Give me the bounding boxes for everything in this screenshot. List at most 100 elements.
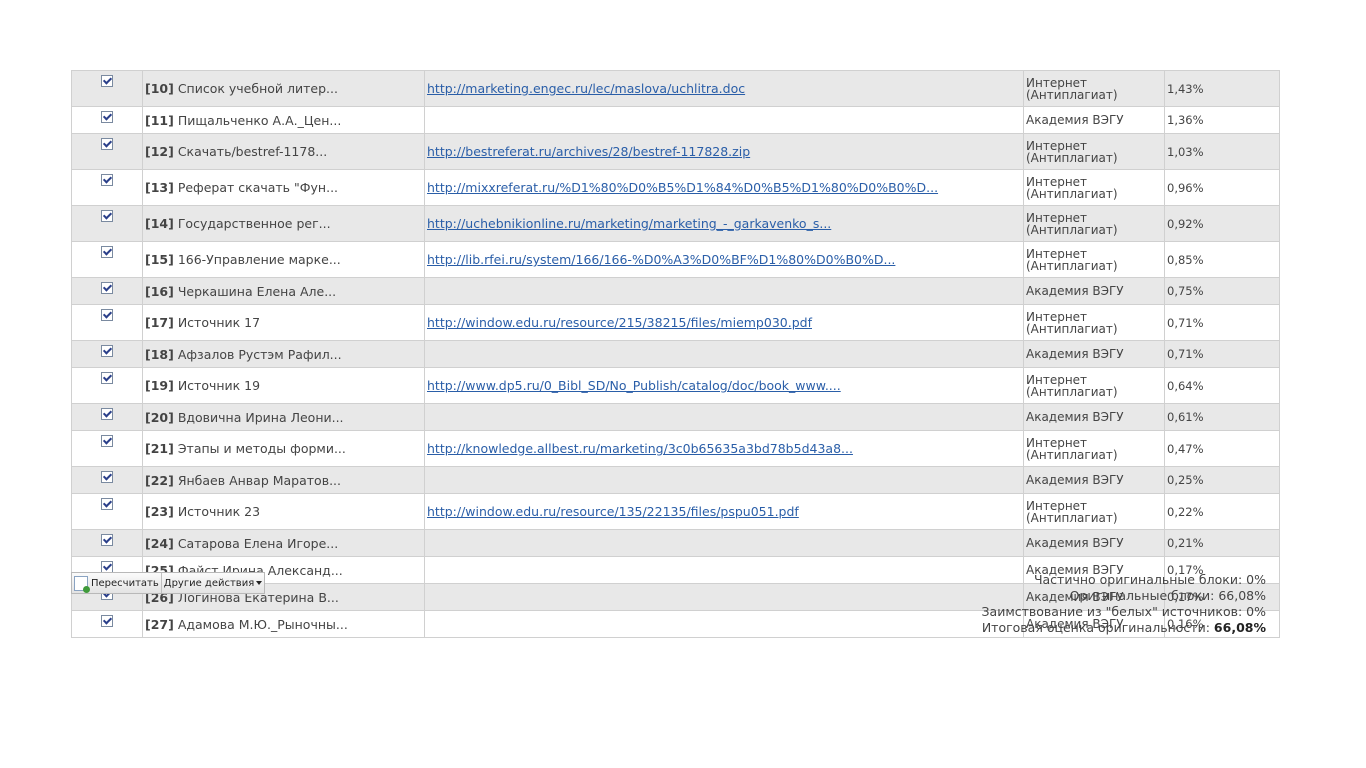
source-name: Вдовична Ирина Леони... bbox=[177, 409, 344, 425]
row-select-cell bbox=[71, 70, 143, 107]
source-name-cell: [24] Сатарова Елена Игоре... bbox=[142, 529, 425, 557]
summary-partial-value: 0% bbox=[1246, 572, 1266, 587]
summary-white: Заимствование из "белых" источников: 0% bbox=[982, 604, 1266, 620]
row-checkbox[interactable] bbox=[101, 138, 113, 150]
source-database-cell: Академия ВЭГУ bbox=[1023, 529, 1165, 557]
source-number: [10] bbox=[145, 81, 174, 96]
source-database-note: (Антиплагиат) bbox=[1026, 258, 1118, 273]
row-checkbox[interactable] bbox=[101, 372, 113, 384]
originality-summary: Частично оригинальные блоки: 0% Оригинал… bbox=[982, 572, 1266, 636]
row-checkbox[interactable] bbox=[101, 471, 113, 483]
source-name-cell: [16] Черкашина Елена Але... bbox=[142, 277, 425, 305]
source-database-cell: Академия ВЭГУ bbox=[1023, 277, 1165, 305]
source-number: [18] bbox=[145, 346, 174, 362]
row-checkbox[interactable] bbox=[101, 534, 113, 546]
source-name-cell: [12] Скачать/bestref-1178... bbox=[142, 133, 425, 170]
table-row: [11] Пищальченко А.А._Цен... Академия ВЭГ… bbox=[71, 106, 1280, 134]
source-url-cell bbox=[424, 277, 1024, 305]
row-checkbox[interactable] bbox=[101, 111, 113, 123]
source-database: Интернет bbox=[1026, 372, 1088, 387]
chevron-down-icon bbox=[256, 581, 263, 585]
row-checkbox[interactable] bbox=[101, 174, 113, 186]
source-database: Академия ВЭГУ bbox=[1026, 284, 1124, 298]
actions-toolbar: Пересчитать Другие действия bbox=[71, 572, 266, 594]
source-database-note: (Антиплагиат) bbox=[1026, 150, 1118, 165]
source-url-link[interactable]: http://uchebnikionline.ru/marketing/mark… bbox=[427, 216, 831, 231]
recalculate-icon bbox=[74, 575, 90, 593]
source-name-cell: [20] Вдовична Ирина Леони... bbox=[142, 403, 425, 431]
source-url-link[interactable]: http://bestreferat.ru/archives/28/bestre… bbox=[427, 144, 750, 159]
row-select-cell bbox=[71, 403, 143, 431]
table-row: [18] Афзалов Рустэм Рафил... Академия ВЭГ… bbox=[71, 340, 1280, 368]
source-url-cell: http://window.edu.ru/resource/135/22135/… bbox=[424, 493, 1024, 530]
source-number: [15] bbox=[145, 252, 174, 267]
source-url-link[interactable]: http://marketing.engec.ru/lec/maslova/uc… bbox=[427, 81, 745, 96]
source-database-cell: Академия ВЭГУ bbox=[1023, 106, 1165, 134]
table-row: [12] Скачать/bestref-1178... http://bestr… bbox=[71, 133, 1280, 170]
source-database-cell: Интернет (Антиплагиат) bbox=[1023, 430, 1165, 467]
source-name: Черкашина Елена Але... bbox=[177, 283, 337, 299]
source-share-cell: 0,92% bbox=[1164, 205, 1280, 242]
row-checkbox[interactable] bbox=[101, 615, 113, 627]
source-name: Список учебной литер... bbox=[177, 81, 338, 96]
row-checkbox[interactable] bbox=[101, 498, 113, 510]
row-checkbox[interactable] bbox=[101, 435, 113, 447]
row-checkbox[interactable] bbox=[101, 246, 113, 258]
other-actions-button[interactable]: Другие действия bbox=[160, 573, 264, 593]
other-actions-label: Другие действия bbox=[163, 577, 255, 589]
source-name: Афзалов Рустэм Рафил... bbox=[177, 346, 342, 362]
source-share-cell: 1,03% bbox=[1164, 133, 1280, 170]
row-select-cell bbox=[71, 205, 143, 242]
row-checkbox[interactable] bbox=[101, 345, 113, 357]
source-share: 0,85% bbox=[1167, 252, 1204, 267]
source-share: 0,64% bbox=[1167, 378, 1204, 393]
recalculate-button[interactable]: Пересчитать bbox=[72, 573, 161, 593]
source-database: Академия ВЭГУ bbox=[1026, 113, 1124, 127]
source-url-cell bbox=[424, 583, 1024, 611]
source-url-cell: http://marketing.engec.ru/lec/maslova/uc… bbox=[424, 70, 1024, 107]
source-share-cell: 0,64% bbox=[1164, 367, 1280, 404]
row-select-cell bbox=[71, 610, 143, 638]
table-row: [13] Реферат скачать "Фун... http://mixxr… bbox=[71, 169, 1280, 206]
row-checkbox[interactable] bbox=[101, 408, 113, 420]
summary-total-value: 66,08% bbox=[1213, 620, 1266, 635]
source-database-cell: Академия ВЭГУ bbox=[1023, 340, 1165, 368]
source-name: Источник 23 bbox=[177, 504, 261, 519]
source-share-cell: 0,25% bbox=[1164, 466, 1280, 494]
source-database-note: (Антиплагиат) bbox=[1026, 222, 1118, 237]
source-database: Интернет bbox=[1026, 435, 1088, 450]
source-database-cell: Интернет (Антиплагиат) bbox=[1023, 133, 1165, 170]
source-database: Интернет bbox=[1026, 498, 1088, 513]
source-url-link[interactable]: http://window.edu.ru/resource/215/38215/… bbox=[427, 315, 812, 330]
source-share: 0,75% bbox=[1167, 284, 1204, 298]
table-row: [15] 166-Управление марке... http://lib.r… bbox=[71, 241, 1280, 278]
row-checkbox[interactable] bbox=[101, 75, 113, 87]
source-share: 0,92% bbox=[1167, 216, 1204, 231]
summary-white-label: Заимствование из "белых" источников: bbox=[981, 604, 1243, 619]
source-database: Интернет bbox=[1026, 246, 1088, 261]
source-url-link[interactable]: http://www.dp5.ru/0_Bibl_SD/No_Publish/c… bbox=[427, 378, 841, 393]
source-name: Реферат скачать "Фун... bbox=[177, 180, 339, 195]
source-url-link[interactable]: http://lib.rfei.ru/system/166/166-%D0%A3… bbox=[427, 252, 895, 267]
source-url-link[interactable]: http://mixxreferat.ru/%D1%80%D0%B5%D1%84… bbox=[427, 180, 938, 195]
source-url-link[interactable]: http://window.edu.ru/resource/135/22135/… bbox=[427, 504, 799, 519]
row-checkbox[interactable] bbox=[101, 309, 113, 321]
source-name-cell: [23] Источник 23 bbox=[142, 493, 425, 530]
source-share-cell: 0,71% bbox=[1164, 304, 1280, 341]
source-name-cell: [22] Янбаев Анвар Маратов... bbox=[142, 466, 425, 494]
source-database: Интернет bbox=[1026, 174, 1088, 189]
source-url-link[interactable]: http://knowledge.allbest.ru/marketing/3c… bbox=[427, 441, 853, 456]
source-share-cell: 0,61% bbox=[1164, 403, 1280, 431]
source-name-cell: [17] Источник 17 bbox=[142, 304, 425, 341]
source-database-cell: Академия ВЭГУ bbox=[1023, 466, 1165, 494]
source-share-cell: 0,22% bbox=[1164, 493, 1280, 530]
source-name-cell: [11] Пищальченко А.А._Цен... bbox=[142, 106, 425, 134]
row-checkbox[interactable] bbox=[101, 210, 113, 222]
row-select-cell bbox=[71, 529, 143, 557]
source-name: Источник 19 bbox=[177, 378, 261, 393]
sources-table: [10] Список учебной литер... http://marke… bbox=[71, 70, 1280, 638]
source-name: Государственное рег... bbox=[177, 216, 331, 231]
source-database-cell: Академия ВЭГУ bbox=[1023, 403, 1165, 431]
row-checkbox[interactable] bbox=[101, 282, 113, 294]
source-database-note: (Антиплагиат) bbox=[1026, 384, 1118, 399]
